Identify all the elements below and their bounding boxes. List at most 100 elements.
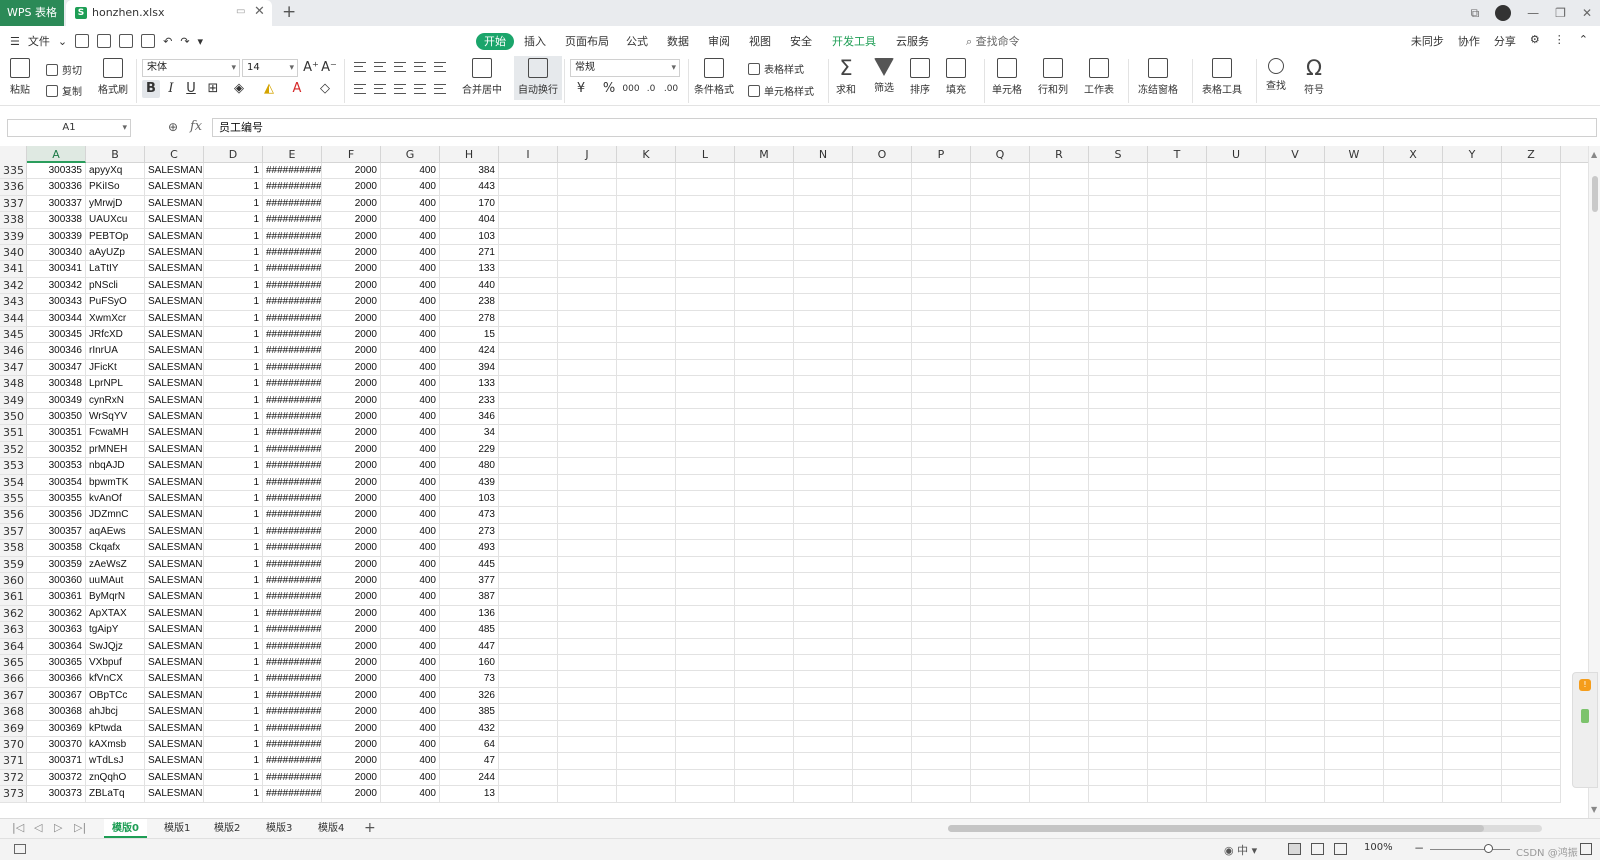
empty-cell[interactable] xyxy=(1148,277,1207,295)
cell-e[interactable]: ########## xyxy=(263,327,322,344)
empty-cell[interactable] xyxy=(1384,573,1443,590)
empty-cell[interactable] xyxy=(1030,277,1089,295)
cell-f[interactable]: 2000 xyxy=(322,556,381,573)
tab-cloud[interactable]: 云服务 xyxy=(896,33,929,50)
cell-e[interactable]: ########## xyxy=(263,163,322,180)
empty-cell[interactable] xyxy=(499,523,558,541)
empty-cell[interactable] xyxy=(1148,737,1207,754)
empty-cell[interactable] xyxy=(1030,195,1089,213)
empty-cell[interactable] xyxy=(1089,573,1148,590)
increase-font-icon[interactable]: A⁺ xyxy=(302,59,320,77)
empty-cell[interactable] xyxy=(1325,179,1384,196)
empty-cell[interactable] xyxy=(971,737,1030,754)
cell-c[interactable]: SALESMAN xyxy=(145,589,204,606)
cell-h[interactable]: 233 xyxy=(440,392,499,409)
empty-cell[interactable] xyxy=(971,638,1030,655)
empty-cell[interactable] xyxy=(499,704,558,721)
empty-cell[interactable] xyxy=(617,327,676,344)
empty-cell[interactable] xyxy=(1266,540,1325,557)
empty-cell[interactable] xyxy=(912,294,971,311)
empty-cell[interactable] xyxy=(499,409,558,426)
cell-f[interactable]: 2000 xyxy=(322,491,381,508)
column-header-n[interactable]: N xyxy=(794,146,853,163)
cell-d[interactable]: 1 xyxy=(204,507,263,524)
empty-cell[interactable] xyxy=(617,523,676,541)
empty-cell[interactable] xyxy=(912,409,971,426)
column-header-d[interactable]: D xyxy=(204,146,263,163)
row-header[interactable]: 364 xyxy=(0,638,27,655)
cell-e[interactable]: ########## xyxy=(263,491,322,508)
empty-cell[interactable] xyxy=(558,261,617,278)
empty-cell[interactable] xyxy=(558,245,617,262)
empty-cell[interactable] xyxy=(617,376,676,393)
empty-cell[interactable] xyxy=(499,589,558,606)
empty-cell[interactable] xyxy=(1384,212,1443,229)
cell-b[interactable]: SwJQjz xyxy=(86,638,145,655)
cell-e[interactable]: ########## xyxy=(263,638,322,655)
row-header[interactable]: 370 xyxy=(0,737,27,754)
empty-cell[interactable] xyxy=(912,655,971,672)
row-header[interactable]: 354 xyxy=(0,474,27,491)
tab-data[interactable]: 数据 xyxy=(667,33,689,50)
empty-cell[interactable] xyxy=(1030,425,1089,442)
empty-cell[interactable] xyxy=(558,458,617,475)
empty-cell[interactable] xyxy=(1502,245,1561,262)
cell-e[interactable]: ########## xyxy=(263,310,322,327)
cell-b[interactable]: UAUXcu xyxy=(86,212,145,229)
empty-cell[interactable] xyxy=(499,737,558,754)
cell-b[interactable]: JRfcXD xyxy=(86,327,145,344)
cell-f[interactable]: 2000 xyxy=(322,179,381,196)
number-format-select[interactable]: 常规 xyxy=(570,59,680,77)
empty-cell[interactable] xyxy=(676,589,735,606)
align-right-icon[interactable] xyxy=(394,84,406,94)
row-header[interactable]: 350 xyxy=(0,409,27,426)
cell-d[interactable]: 1 xyxy=(204,523,263,541)
cell-d[interactable]: 1 xyxy=(204,392,263,409)
empty-cell[interactable] xyxy=(971,556,1030,573)
empty-cell[interactable] xyxy=(617,671,676,688)
empty-cell[interactable] xyxy=(1089,343,1148,360)
empty-cell[interactable] xyxy=(1089,769,1148,787)
empty-cell[interactable] xyxy=(1325,343,1384,360)
empty-cell[interactable] xyxy=(558,671,617,688)
empty-cell[interactable] xyxy=(1502,507,1561,524)
cell-c[interactable]: SALESMAN xyxy=(145,523,204,541)
empty-cell[interactable] xyxy=(1030,310,1089,327)
empty-cell[interactable] xyxy=(1325,392,1384,409)
scroll-down-icon[interactable]: ▼ xyxy=(1591,805,1597,814)
empty-cell[interactable] xyxy=(735,622,794,639)
empty-cell[interactable] xyxy=(971,769,1030,787)
empty-cell[interactable] xyxy=(499,622,558,639)
cell-e[interactable]: ########## xyxy=(263,556,322,573)
empty-cell[interactable] xyxy=(1384,605,1443,623)
empty-cell[interactable] xyxy=(558,163,617,180)
empty-cell[interactable] xyxy=(558,327,617,344)
empty-cell[interactable] xyxy=(1502,786,1561,803)
empty-cell[interactable] xyxy=(1266,195,1325,213)
empty-cell[interactable] xyxy=(853,491,912,508)
column-header-q[interactable]: Q xyxy=(971,146,1030,163)
cell-h[interactable]: 15 xyxy=(440,327,499,344)
empty-cell[interactable] xyxy=(1443,212,1502,229)
copy-button[interactable]: 复制 xyxy=(46,83,82,98)
cell-c[interactable]: SALESMAN xyxy=(145,605,204,623)
empty-cell[interactable] xyxy=(558,491,617,508)
cell-e[interactable]: ########## xyxy=(263,212,322,229)
cell-h[interactable]: 480 xyxy=(440,458,499,475)
empty-cell[interactable] xyxy=(558,507,617,524)
empty-cell[interactable] xyxy=(676,458,735,475)
font-name-select[interactable]: 宋体 xyxy=(142,59,240,77)
empty-cell[interactable] xyxy=(912,245,971,262)
empty-cell[interactable] xyxy=(558,622,617,639)
empty-cell[interactable] xyxy=(794,573,853,590)
empty-cell[interactable] xyxy=(912,720,971,737)
cell-d[interactable]: 1 xyxy=(204,179,263,196)
empty-cell[interactable] xyxy=(617,769,676,787)
empty-cell[interactable] xyxy=(1089,212,1148,229)
empty-cell[interactable] xyxy=(1384,441,1443,459)
cell-a[interactable]: 300359 xyxy=(27,556,86,573)
empty-cell[interactable] xyxy=(499,195,558,213)
empty-cell[interactable] xyxy=(617,753,676,770)
empty-cell[interactable] xyxy=(912,195,971,213)
empty-cell[interactable] xyxy=(1325,573,1384,590)
